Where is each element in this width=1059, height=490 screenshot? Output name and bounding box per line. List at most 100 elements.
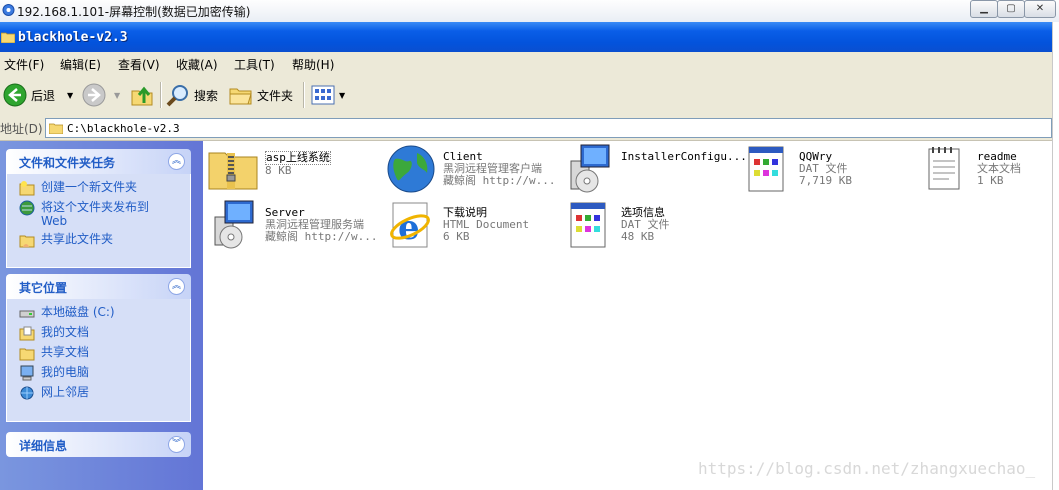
back-arrow-icon	[3, 83, 27, 107]
views-icon	[311, 85, 335, 105]
task-label: 创建一个新文件夹	[41, 180, 138, 194]
place-label: 网上邻居	[41, 385, 90, 399]
text-file-icon	[928, 147, 960, 190]
menu-file[interactable]: 文件(F)	[4, 56, 44, 73]
task-publish-web[interactable]: 将这个文件夹发布到 Web	[7, 198, 190, 230]
menu-favorites[interactable]: 收藏(A)	[176, 56, 218, 73]
up-folder-button[interactable]	[130, 81, 154, 109]
explorer-titlebar: blackhole-v2.3	[0, 22, 1052, 52]
file-item[interactable]: QQWry DAT 文件 7,719 KB	[741, 143, 852, 195]
place-label: 本地磁盘 (C:)	[41, 305, 115, 319]
place-label: 我的电脑	[41, 365, 90, 379]
address-label: 地址(D)	[0, 122, 43, 136]
share-folder-icon	[19, 235, 35, 248]
file-info: 藏鲸阁 http://w...	[265, 230, 378, 243]
menu-edit[interactable]: 编辑(E)	[60, 56, 101, 73]
place-my-documents[interactable]: 我的文档	[7, 323, 190, 343]
folders-icon	[229, 88, 252, 105]
panel-header[interactable]: 其它位置 ︽	[6, 274, 191, 299]
panel-header[interactable]: 详细信息 ︾	[6, 432, 191, 457]
task-label: 将这个文件夹发布到 Web	[41, 200, 150, 228]
panel-header[interactable]: 文件和文件夹任务 ︽	[6, 149, 191, 174]
file-name: InstallerConfigu...	[621, 150, 747, 163]
file-info: 6 KB	[443, 230, 470, 243]
file-item[interactable]: Client 黑洞远程管理客户端 藏鲸阁 http://w...	[385, 143, 555, 195]
back-label: 后退	[31, 88, 56, 103]
file-info: 8 KB	[265, 164, 292, 177]
close-button[interactable]: ✕	[1024, 0, 1056, 18]
remote-window-titlebar: 192.168.1.101-屏幕控制(数据已加密传输) ▁ ▢ ✕	[0, 0, 1059, 23]
task-share-folder[interactable]: 共享此文件夹	[7, 230, 190, 250]
menu-bar: 文件(F) 编辑(E) 查看(V) 收藏(A) 工具(T) 帮助(H)	[0, 52, 1052, 75]
forward-dropdown-icon[interactable]: ▼	[114, 91, 120, 100]
place-network[interactable]: 网上邻居	[7, 383, 190, 403]
file-info: 藏鲸阁 http://w...	[443, 174, 556, 187]
details-panel: 详细信息 ︾	[6, 432, 191, 457]
collapse-icon[interactable]: ︽	[168, 278, 185, 295]
folder-icon	[49, 123, 63, 134]
forward-button[interactable]: ▼	[82, 81, 120, 109]
place-local-disk[interactable]: 本地磁盘 (C:)	[7, 303, 190, 323]
other-places-panel: 其它位置 ︽ 本地磁盘 (C:) 我的文档 共享文档 我的电脑 网上邻居	[6, 274, 191, 422]
panel-title: 文件和文件夹任务	[19, 156, 116, 170]
folders-label: 文件夹	[257, 88, 294, 103]
dat-file-icon	[748, 146, 784, 192]
window-edge	[1052, 22, 1059, 490]
installer-icon	[214, 200, 254, 249]
network-icon	[20, 386, 34, 400]
search-label: 搜索	[194, 88, 219, 103]
web-publish-icon	[19, 200, 35, 216]
file-item[interactable]: Server 黑洞远程管理服务端 藏鲸阁 http://w...	[207, 199, 377, 251]
remote-window-title: 192.168.1.101-屏幕控制(数据已加密传输)	[17, 5, 251, 19]
drive-icon	[19, 310, 35, 318]
svg-text:e: e	[398, 208, 420, 248]
minimize-button[interactable]: ▁	[970, 0, 998, 18]
file-info: 48 KB	[621, 230, 655, 243]
dat-file-icon	[570, 202, 606, 248]
file-item[interactable]: 选项信息 DAT 文件 48 KB	[563, 199, 670, 251]
place-my-computer[interactable]: 我的电脑	[7, 363, 190, 383]
file-view: asp上线系统 8 KB Client 黑洞远程管理客户端 藏鲸阁 http:/…	[203, 141, 1052, 490]
toolbar-separator	[303, 82, 305, 108]
back-dropdown-icon[interactable]: ▼	[67, 91, 73, 100]
file-folder-tasks-panel: 文件和文件夹任务 ︽ 创建一个新文件夹 将这个文件夹发布到 Web 共享此文件夹	[6, 149, 191, 268]
task-label: 共享此文件夹	[41, 232, 114, 246]
file-info: 7,719 KB	[799, 174, 852, 187]
watermark: https://blog.csdn.net/zhangxuechao_	[698, 459, 1036, 478]
documents-folder-icon	[19, 326, 35, 341]
file-item[interactable]: readme 文本文档 1 KB	[919, 143, 1021, 195]
file-item[interactable]: e 下载说明 HTML Document 6 KB	[385, 199, 529, 251]
place-label: 我的文档	[41, 325, 90, 339]
back-button[interactable]: 后退 ▼	[3, 81, 73, 109]
toolbar: 后退 ▼ ▼ 搜索 文件夹 ▼	[0, 74, 1052, 117]
search-icon	[166, 85, 188, 107]
collapse-icon[interactable]: ︽	[168, 153, 185, 170]
folders-button[interactable]: 文件夹	[229, 81, 293, 109]
file-item[interactable]: InstallerConfigu...	[563, 143, 747, 195]
file-item[interactable]: asp上线系统 8 KB	[207, 143, 331, 195]
task-pane: 文件和文件夹任务 ︽ 创建一个新文件夹 将这个文件夹发布到 Web 共享此文件夹…	[0, 141, 203, 490]
task-new-folder[interactable]: 创建一个新文件夹	[7, 178, 190, 198]
up-folder-icon	[131, 86, 153, 106]
menu-view[interactable]: 查看(V)	[118, 56, 160, 73]
menu-tools[interactable]: 工具(T)	[234, 56, 275, 73]
globe-icon	[387, 145, 435, 193]
new-folder-icon	[19, 181, 35, 196]
maximize-button[interactable]: ▢	[997, 0, 1025, 18]
remote-app-icon	[2, 4, 15, 16]
folder-icon	[1, 32, 15, 43]
views-button[interactable]: ▼	[311, 81, 345, 109]
address-bar: 地址(D) C:\blackhole-v2.3	[0, 116, 1052, 141]
toolbar-separator	[160, 82, 162, 108]
window-title: blackhole-v2.3	[18, 30, 128, 45]
computer-icon	[20, 365, 34, 381]
place-shared-documents[interactable]: 共享文档	[7, 343, 190, 363]
search-button[interactable]: 搜索	[166, 81, 218, 109]
views-dropdown-icon[interactable]: ▼	[339, 91, 345, 100]
menu-help[interactable]: 帮助(H)	[292, 56, 334, 73]
installer-icon	[570, 144, 610, 193]
expand-icon[interactable]: ︾	[168, 436, 185, 453]
forward-arrow-icon	[82, 83, 106, 107]
zip-folder-icon	[208, 152, 258, 190]
address-input[interactable]: C:\blackhole-v2.3	[45, 118, 1052, 138]
